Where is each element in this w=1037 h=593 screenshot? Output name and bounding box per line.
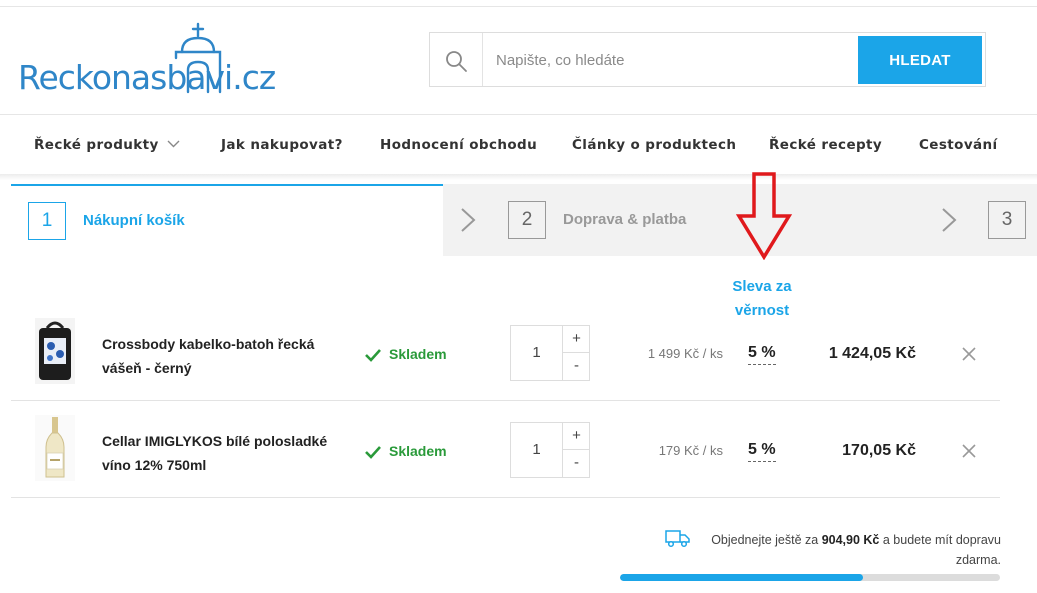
step-label-shipping[interactable]: Doprava & platba (563, 211, 686, 228)
line-total: 1 424,05 Kč (828, 345, 916, 362)
search-button[interactable]: HLEDAT (858, 36, 982, 84)
search-bar: HLEDAT (429, 32, 986, 87)
top-border (0, 6, 1037, 7)
free-shipping-message: Objednejte ještě za 904,90 Kč a budete m… (700, 530, 1001, 570)
quantity-stepper: 1 + - (510, 422, 590, 478)
church-icon (174, 22, 222, 94)
stock-status: Skladem (365, 443, 447, 459)
truck-icon (665, 530, 690, 548)
handbag-icon (35, 318, 75, 384)
chevron-down-icon (167, 140, 180, 148)
cart-row: Cellar IMIGLYKOS bílé polosladké víno 12… (11, 401, 1000, 498)
chevron-right-icon (461, 208, 476, 232)
quantity-increase-button[interactable]: + (562, 423, 590, 450)
loyalty-discount[interactable]: 5 % (748, 441, 776, 462)
shipping-amount: 904,90 Kč (821, 533, 880, 547)
row-divider (11, 497, 1000, 498)
line-total: 170,05 Kč (842, 442, 916, 459)
free-shipping-progress (620, 574, 1000, 581)
step-number-shipping[interactable]: 2 (508, 201, 546, 239)
search-divider (482, 33, 483, 86)
nav-item-hodnoceni[interactable]: Hodnocení obchodu (380, 137, 537, 153)
nav-shadow (0, 174, 1037, 180)
stock-status: Skladem (365, 346, 447, 362)
nav-item-cestovani[interactable]: Cestování (919, 137, 998, 153)
chevron-right-icon (942, 208, 957, 232)
unit-price: 1 499 Kč / ks (647, 346, 723, 361)
quantity-input[interactable]: 1 (511, 423, 562, 477)
stock-label: Skladem (389, 443, 447, 459)
quantity-stepper: 1 + - (510, 325, 590, 381)
quantity-decrease-button[interactable]: - (562, 450, 590, 477)
logo-text: Reckonasbavi.cz (18, 58, 276, 97)
search-icon[interactable] (444, 49, 468, 73)
quantity-decrease-button[interactable]: - (562, 353, 590, 380)
quantity-increase-button[interactable]: + (562, 326, 590, 353)
nav-item-label: Řecké produkty (34, 137, 159, 153)
nav-item-recke-produkty[interactable]: Řecké produkty (34, 137, 180, 153)
quantity-input[interactable]: 1 (511, 326, 562, 380)
loyalty-header-line1: Sleva za (732, 278, 792, 295)
step-cart[interactable]: 1 Nákupní košík (11, 184, 443, 256)
main-nav: Řecké produkty Jak nakupovat? Hodnocení … (0, 115, 1037, 175)
nav-item-clanky[interactable]: Články o produktech (572, 137, 736, 153)
annotation-arrow-icon (735, 172, 793, 260)
loyalty-discount[interactable]: 5 % (748, 344, 776, 365)
shipping-text-after: a budete mít dopravu zdarma. (882, 533, 1001, 567)
unit-price: 179 Kč / ks (658, 443, 723, 458)
nav-item-jak-nakupovat[interactable]: Jak nakupovat? (221, 137, 343, 153)
step-number-summary[interactable]: 3 (988, 201, 1026, 239)
product-name[interactable]: Cellar IMIGLYKOS bílé polosladké víno 12… (102, 429, 357, 477)
check-icon (365, 349, 381, 362)
search-input[interactable] (496, 47, 856, 73)
step-label: Nákupní košík (83, 212, 185, 229)
step-number: 1 (28, 202, 66, 240)
shipping-text-before: Objednejte ještě za (711, 533, 819, 547)
site-logo[interactable]: Reckonasbavi.cz (18, 22, 276, 100)
product-name[interactable]: Crossbody kabelko-batoh řecká vášeň - če… (102, 332, 357, 380)
wine-bottle-icon (35, 415, 75, 481)
stock-label: Skladem (389, 346, 447, 362)
nav-item-recepty[interactable]: Řecké recepty (769, 137, 882, 153)
progress-fill (620, 574, 864, 581)
close-icon[interactable] (961, 346, 977, 362)
check-icon (365, 446, 381, 459)
cart-row: Crossbody kabelko-batoh řecká vášeň - če… (11, 304, 1000, 401)
close-icon[interactable] (961, 443, 977, 459)
